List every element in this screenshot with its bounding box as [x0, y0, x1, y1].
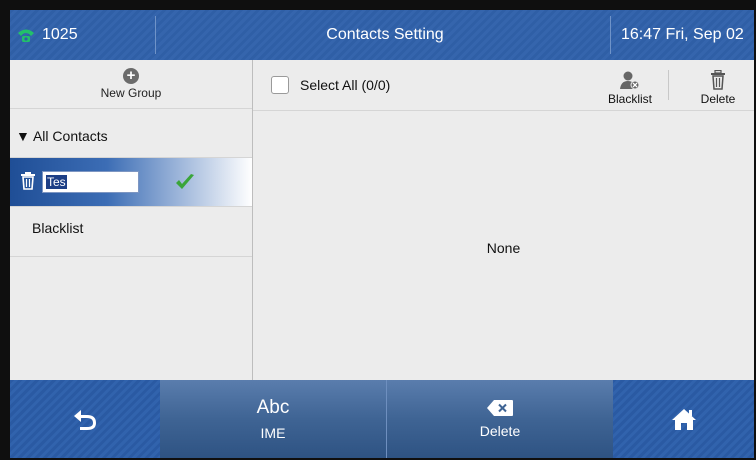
ime-mode-text: Abc — [256, 397, 290, 418]
editing-group-row[interactable]: Tes — [10, 158, 252, 206]
new-group-button[interactable]: + New Group — [10, 60, 252, 108]
phone-screen: 1025 Contacts Setting 16:47 Fri, Sep 02 … — [10, 10, 754, 458]
group-list-panel: + New Group ▼ All Contacts Tes Blacklist — [10, 60, 253, 380]
blacklist-button-label: Blacklist — [607, 92, 652, 106]
trash-icon — [711, 70, 725, 90]
delete-char-label: Delete — [479, 423, 521, 439]
ime-label: IME — [260, 425, 286, 441]
group-name-value: Tes — [46, 175, 67, 189]
check-icon[interactable] — [174, 172, 196, 192]
new-group-label: New Group — [100, 86, 162, 100]
select-all-checkbox[interactable] — [271, 76, 289, 94]
phone-icon — [18, 29, 34, 42]
status-bar: 1025 Contacts Setting 16:47 Fri, Sep 02 — [10, 10, 754, 60]
group-name-input[interactable]: Tes — [42, 171, 139, 193]
blacklist-group-item[interactable]: Blacklist — [32, 220, 83, 236]
select-all-label[interactable]: Select All (0/0) — [300, 77, 390, 93]
divider — [668, 70, 669, 100]
account-number: 1025 — [42, 26, 78, 43]
contacts-panel: Select All (0/0) Blacklist Delete None — [253, 60, 754, 380]
plus-circle-icon: + — [123, 68, 139, 84]
delete-char-button[interactable]: Delete — [387, 380, 613, 458]
delete-button-label: Delete — [700, 92, 736, 106]
page-title: Contacts Setting — [326, 26, 444, 43]
date-time: 16:47 Fri, Sep 02 — [621, 26, 744, 43]
trash-icon[interactable] — [20, 172, 36, 190]
empty-state-text: None — [486, 240, 521, 256]
delete-button[interactable]: Delete — [693, 66, 743, 106]
divider — [253, 110, 754, 111]
divider — [155, 16, 156, 54]
divider — [10, 206, 252, 207]
backspace-icon — [487, 400, 513, 416]
account-indicator: 1025 — [16, 10, 78, 60]
blacklist-user-icon — [620, 71, 640, 90]
divider — [10, 108, 252, 109]
all-contacts-item[interactable]: ▼ All Contacts — [16, 128, 108, 144]
softkey-bar: Abc IME Delete — [10, 380, 754, 458]
home-button[interactable] — [613, 380, 754, 458]
ime-button[interactable]: Abc IME — [160, 380, 387, 458]
contacts-toolbar: Select All (0/0) Blacklist Delete — [253, 60, 754, 110]
back-button[interactable] — [10, 380, 160, 458]
home-icon — [671, 409, 696, 430]
divider — [10, 256, 252, 257]
blacklist-button[interactable]: Blacklist — [605, 66, 655, 106]
divider — [610, 16, 611, 54]
back-arrow-icon — [74, 410, 96, 430]
